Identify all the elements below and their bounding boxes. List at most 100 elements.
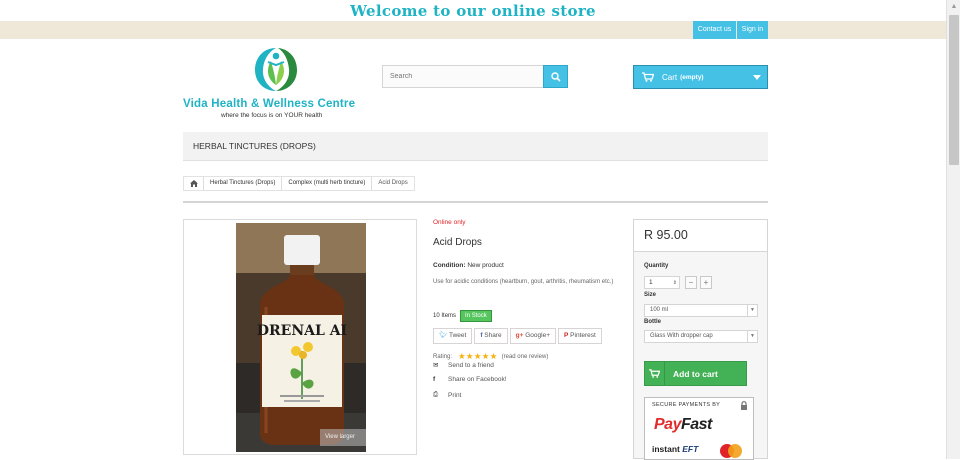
payfast-fast: Fast [680, 416, 712, 433]
top-nav-bar: Contact us Sign in [0, 21, 946, 39]
breadcrumb-item[interactable]: Complex (multi herb tincture) [282, 177, 373, 190]
size-label: Size [644, 292, 657, 298]
quantity-label: Quantity [644, 263, 669, 269]
pinterest-icon: P [564, 332, 569, 339]
search-button[interactable] [543, 65, 568, 88]
cart-status: (empty) [680, 73, 704, 81]
product-price: R 95.00 [644, 228, 688, 242]
send-to-friend-label: Send to a friend [448, 361, 494, 369]
instant-eft-logo: instant EFT [652, 444, 698, 454]
sign-in-link[interactable]: Sign in [737, 21, 768, 39]
bottle-value: Glass With dropper cap [650, 333, 713, 339]
facebook-share-button[interactable]: f Share [474, 328, 508, 344]
chevron-down-icon: ▼ [747, 305, 757, 316]
breadcrumb: Herbal Tinctures (Drops) Complex (multi … [183, 176, 415, 191]
scroll-thumb[interactable] [949, 15, 959, 165]
product-image-panel: DRENAL AI View larger [183, 219, 417, 455]
welcome-banner: Welcome to our online store [0, 0, 946, 21]
add-to-cart-label: Add to cart [673, 368, 718, 379]
search-icon [550, 71, 561, 82]
google-plus-label: Google+ [525, 332, 551, 339]
category-menu: HERBAL TINCTURES (DROPS) [183, 132, 768, 161]
product-bottle-image: DRENAL AI [236, 223, 366, 452]
view-larger-button[interactable]: View larger [320, 429, 366, 446]
stock-info: 10 Items In Stock [433, 310, 492, 322]
home-icon [189, 180, 198, 187]
printer-icon: ⎙ [433, 391, 439, 398]
tweet-label: Tweet [448, 332, 467, 339]
leaf-person-logo-icon [255, 48, 297, 91]
pinterest-button[interactable]: P Pinterest [558, 328, 602, 344]
add-to-cart-button[interactable]: Add to cart [644, 361, 747, 386]
share-facebook-link[interactable]: f Share on Facebook! [433, 376, 507, 383]
social-share-buttons: 🐦︎ Tweet f Share g+ Google+ P Pinterest [433, 328, 604, 344]
bottle-select[interactable]: Glass With dropper cap ▼ [644, 330, 758, 343]
condition-value: New product [467, 262, 504, 269]
cart-button[interactable]: Cart (empty) [633, 65, 768, 89]
breadcrumb-home[interactable] [184, 177, 204, 190]
payfast-logo: PayFast [654, 416, 712, 434]
condition-label: Condition: [433, 262, 466, 269]
secure-payments-title: SECURE PAYMENTS BY [652, 402, 721, 408]
quantity-increase-button[interactable]: + [700, 276, 712, 289]
twitter-icon: 🐦︎ [439, 332, 448, 339]
stock-unit: Items [441, 313, 457, 319]
stock-quantity: 10 Items [433, 313, 456, 319]
breadcrumb-item[interactable]: Herbal Tinctures (Drops) [204, 177, 283, 190]
shopping-cart-icon [649, 369, 660, 378]
search-input[interactable] [382, 65, 544, 88]
chevron-down-icon: ▼ [747, 331, 757, 342]
tweet-button[interactable]: 🐦︎ Tweet [433, 328, 473, 344]
quantity-input[interactable]: 1 ⇕ [644, 276, 680, 289]
site-logo[interactable]: Vida Health & Wellness Centre where the … [183, 45, 373, 123]
envelope-icon: ✉ [433, 362, 439, 369]
mastercard-icon [720, 444, 742, 458]
facebook-icon: f [480, 332, 483, 339]
shopping-cart-icon [642, 72, 654, 82]
facebook-icon: f [433, 376, 436, 383]
eft-label: EFT [682, 444, 699, 454]
scroll-up-icon[interactable]: ▲ [947, 0, 960, 14]
view-larger-label: View larger [325, 434, 355, 440]
chevron-down-icon [753, 75, 761, 80]
stepper-arrows-icon[interactable]: ⇕ [673, 278, 677, 289]
online-only-label: Online only [433, 219, 466, 226]
quantity-value: 1 [649, 279, 653, 286]
size-select[interactable]: 100 ml ▼ [644, 304, 758, 317]
buy-box: R 95.00 Quantity 1 ⇕ − + Size 100 ml ▼ B… [633, 219, 768, 460]
share-label: Share [484, 332, 502, 339]
send-to-friend-link[interactable]: ✉ Send to a friend [433, 361, 494, 370]
welcome-text: Welcome to our online store [350, 2, 596, 20]
payfast-pay: Pay [654, 416, 681, 433]
product-photo[interactable]: DRENAL AI View larger [236, 223, 366, 452]
google-plus-icon: g+ [515, 332, 524, 339]
share-facebook-label: Share on Facebook! [448, 376, 507, 383]
logo-name: Vida Health & Wellness Centre [183, 98, 356, 110]
contact-us-link[interactable]: Contact us [693, 21, 736, 39]
product-title: Acid Drops [433, 237, 482, 248]
logo-tagline: where the focus is on YOUR health [221, 112, 323, 119]
product-condition: Condition: New product [433, 262, 504, 269]
quantity-decrease-button[interactable]: − [685, 276, 697, 289]
price-area: R 95.00 [634, 220, 767, 252]
read-review-link[interactable]: (read one review) [502, 354, 549, 360]
breadcrumb-current: Acid Drops [378, 180, 408, 186]
divider [183, 201, 768, 203]
size-value: 100 ml [650, 307, 669, 313]
page-scrollbar[interactable]: ▲ [946, 0, 960, 459]
cart-icon [645, 362, 665, 385]
rating-label: Rating: [433, 353, 453, 360]
secure-payments-badge: SECURE PAYMENTS BY PayFast instant EFT [644, 397, 754, 460]
cart-label: Cart [662, 72, 678, 82]
instant-label: instant [652, 444, 680, 454]
pinterest-label: Pinterest [570, 332, 596, 339]
in-stock-badge: In Stock [460, 310, 492, 322]
menu-item-herbal-tinctures[interactable]: HERBAL TINCTURES (DROPS) [193, 132, 316, 161]
stock-count: 10 [433, 313, 440, 319]
print-link[interactable]: ⎙ Print [433, 391, 461, 399]
lock-icon [741, 401, 747, 410]
product-description: Use for acidic conditions (heartburn, go… [433, 279, 614, 285]
bottle-label: Bottle [644, 319, 661, 325]
google-plus-button[interactable]: g+ Google+ [509, 328, 557, 344]
bottle-label-text: DRENAL AI [257, 323, 347, 339]
